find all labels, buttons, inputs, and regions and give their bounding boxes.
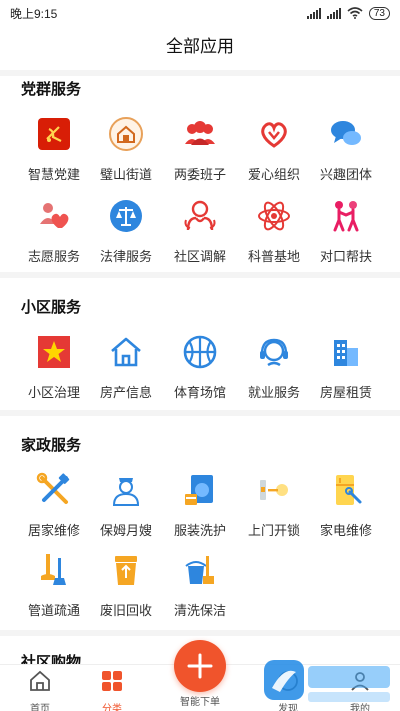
section-divider [0,272,400,278]
smart-order-button[interactable] [174,640,226,692]
battery-indicator: 73 [368,6,390,20]
app-label: 两委班子 [173,167,226,182]
app-item-house-rental[interactable]: 房屋租赁 [306,332,386,401]
app-label: 管道疏通 [27,603,80,618]
street-house-icon [106,114,146,154]
app-label: 服装洗护 [173,523,226,538]
app-label: 体育场馆 [173,385,226,400]
app-item-sports-venue[interactable]: 体育场馆 [160,332,240,401]
recycle-bin-icon [106,550,146,590]
app-label: 保姆月嫂 [99,523,152,538]
signal-icon [306,7,321,19]
section-title-housekeeping: 家政服务 [21,437,82,454]
volunteer-heart-icon [34,196,74,236]
app-label: 就业服务 [247,385,300,400]
page-title: 全部应用 [166,37,234,56]
app-item-property-info[interactable]: 房产信息 [86,332,166,401]
app-item-interest-group[interactable]: 兴趣团体 [306,114,386,183]
app-label: 清洗保洁 [173,603,226,618]
app-item-bishan-street[interactable]: 璧山街道 [86,114,166,183]
heart-hands-icon [254,114,294,154]
star-flag-icon [34,332,74,372]
app-item-paired-aid[interactable]: 对口帮扶 [306,196,386,265]
tab-label: 首页 [30,704,50,711]
chat-bubbles-icon [326,114,366,154]
app-item-recycling[interactable]: 废旧回收 [86,550,166,619]
plunger-icon [34,550,74,590]
signal-hd-icon [326,7,341,19]
app-label: 居家维修 [27,523,80,538]
status-time: 晚上9:15 [10,6,58,21]
app-item-smart-party[interactable]: 智慧党建 [14,114,94,183]
app-item-legal[interactable]: 法律服务 [86,196,166,265]
mediation-people-icon [180,196,220,236]
atom-icon [254,196,294,236]
grid-icon [102,671,122,691]
tools-icon [34,470,74,510]
plus-icon [187,653,213,679]
headset-icon [254,332,294,372]
smart-order-label: 智能下单 [180,697,220,708]
app-label: 志愿服务 [27,249,80,264]
app-label: 房屋租赁 [319,385,372,400]
fridge-repair-icon [326,470,366,510]
app-label: 房产信息 [99,385,152,400]
app-label: 对口帮扶 [319,249,372,264]
app-item-lock-service[interactable]: 上门开锁 [234,470,314,539]
app-item-mediation[interactable]: 社区调解 [160,196,240,265]
basketball-icon [180,332,220,372]
key-icon [254,470,294,510]
washing-machine-icon [180,470,220,510]
app-item-home-repair[interactable]: 居家维修 [14,470,94,539]
nanny-icon [106,470,146,510]
app-item-pipe-dredging[interactable]: 管道疏通 [14,550,94,619]
helping-people-icon [326,196,366,236]
app-item-love-org[interactable]: 爱心组织 [234,114,314,183]
wifi-icon [347,7,363,19]
app-label: 小区治理 [27,385,80,400]
app-item-employment[interactable]: 就业服务 [234,332,314,401]
app-item-community-governance[interactable]: 小区治理 [14,332,94,401]
app-item-science-base[interactable]: 科普基地 [234,196,314,265]
building-icon [326,332,366,372]
section-divider [0,630,400,636]
app-label: 智慧党建 [27,167,80,182]
watermark-logo [264,660,390,702]
tab-category[interactable]: 分类 [72,665,152,711]
section-title-community: 小区服务 [21,299,82,316]
app-item-appliance-repair[interactable]: 家电维修 [306,470,386,539]
app-label: 废旧回收 [99,603,152,618]
section-title-party: 党群服务 [21,81,82,98]
app-item-two-committees[interactable]: 两委班子 [160,114,240,183]
home-icon [30,670,50,691]
app-label: 上门开锁 [247,523,300,538]
status-bar: 晚上9:15 73 [0,0,400,26]
scales-icon [106,196,146,236]
header-divider [0,70,400,76]
app-item-nanny[interactable]: 保姆月嫂 [86,470,166,539]
cleaning-bucket-icon [180,550,220,590]
app-label: 科普基地 [247,249,300,264]
section-divider [0,410,400,416]
app-label: 法律服务 [99,249,152,264]
app-label: 家电维修 [319,523,372,538]
app-label: 兴趣团体 [319,167,372,182]
app-item-clothing-care[interactable]: 服装洗护 [160,470,240,539]
app-label: 社区调解 [173,249,226,264]
tab-label: 分类 [102,704,122,711]
house-icon [106,332,146,372]
app-item-cleaning[interactable]: 清洗保洁 [160,550,240,619]
app-label: 爱心组织 [247,167,300,182]
tab-home[interactable]: 首页 [0,665,80,711]
group-people-icon [180,114,220,154]
party-flag-icon [34,114,74,154]
app-item-volunteer[interactable]: 志愿服务 [14,196,94,265]
app-label: 璧山街道 [99,167,152,182]
